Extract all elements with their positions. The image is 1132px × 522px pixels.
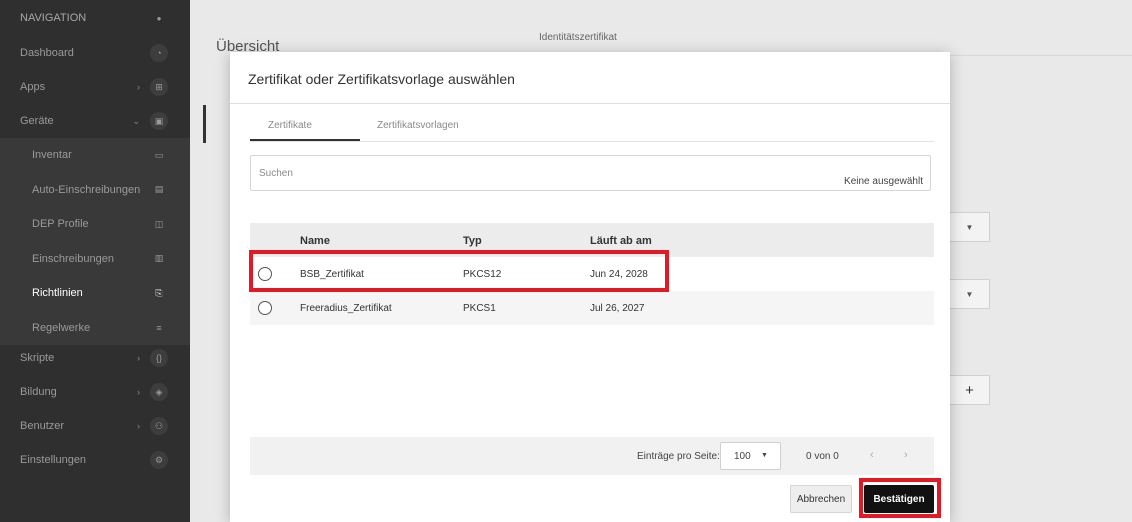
sidebar-item-inventar[interactable]: Inventar ▭	[0, 138, 190, 173]
add-button[interactable]: +	[950, 375, 990, 405]
code-icon: {}	[150, 349, 168, 367]
sidebar-item-dashboard[interactable]: Dashboard ◔	[0, 36, 190, 70]
caret-down-icon: ▼	[965, 222, 974, 232]
sidebar-item-richtlinien[interactable]: Richtlinien ⎘	[0, 276, 190, 311]
chevron-right-icon: ›	[137, 387, 140, 397]
search-box: Keine ausgewählt	[250, 155, 931, 191]
inventory-icon: ▭	[154, 149, 164, 160]
cell-type: PKCS1	[463, 303, 496, 314]
sidebar-item-benutzer[interactable]: Benutzer › ⚇	[0, 409, 190, 443]
sidebar-item-regelwerke[interactable]: Regelwerke ≡	[0, 310, 190, 345]
rows-per-page-label: Einträge pro Seite:	[637, 451, 720, 462]
cell-expires: Jul 26, 2027	[590, 303, 645, 314]
sidebar-item-einschreibungen[interactable]: Einschreibungen ▥	[0, 241, 190, 276]
sidebar: NAVIGATION ● Dashboard ◔ Apps › ⊞ Geräte…	[0, 0, 190, 522]
pagination-bar: Einträge pro Seite: 100 ▼ 0 von 0 ‹ ›	[250, 437, 934, 475]
pin-icon[interactable]: ●	[150, 9, 168, 27]
dep-profile-icon: ◫	[154, 218, 164, 229]
page-count: 0 von 0	[806, 451, 839, 462]
chevron-right-icon: ›	[137, 353, 140, 363]
auto-enroll-icon: ▤	[154, 184, 164, 195]
devices-icon: ▣	[150, 112, 168, 130]
dropdown-toggle[interactable]: ▼	[950, 212, 990, 242]
column-header-name[interactable]: Name	[300, 235, 330, 247]
sidebar-item-auto-einschreibungen[interactable]: Auto-Einschreibungen ▤	[0, 172, 190, 207]
chevron-right-icon: ›	[137, 82, 140, 92]
certificate-select-dialog: Zertifikat oder Zertifikatsvorlage auswä…	[230, 52, 950, 522]
caret-down-icon: ▼	[761, 452, 768, 459]
tabs-divider	[250, 141, 934, 142]
sidebar-item-apps[interactable]: Apps › ⊞	[0, 70, 190, 104]
education-icon: ◈	[150, 383, 168, 401]
dialog-title: Zertifikat oder Zertifikatsvorlage auswä…	[248, 71, 515, 87]
sidebar-item-bildung[interactable]: Bildung › ◈	[0, 375, 190, 409]
dialog-header-divider	[230, 103, 950, 104]
ruleset-icon: ≡	[156, 322, 162, 333]
sidebar-item-dep-profile[interactable]: DEP Profile ◫	[0, 207, 190, 242]
highlight-box-row	[249, 250, 669, 292]
tab-zertifikate[interactable]: Zertifikate	[268, 120, 312, 131]
dropdown-toggle[interactable]: ▼	[950, 279, 990, 309]
sidebar-item-geraete[interactable]: Geräte ⌄ ▣	[0, 104, 190, 138]
background-header-divider	[416, 10, 1132, 56]
search-input[interactable]	[259, 164, 679, 182]
grid-icon: ⊞	[150, 78, 168, 96]
cell-name: Freeradius_Zertifikat	[300, 303, 392, 314]
row-radio[interactable]	[258, 301, 272, 315]
chevron-right-icon[interactable]: ›	[904, 449, 908, 461]
sidebar-item-skripte[interactable]: Skripte › {}	[0, 341, 190, 375]
rows-per-page-select[interactable]: 100 ▼	[720, 442, 781, 470]
users-icon: ⚇	[150, 417, 168, 435]
selection-status: Keine ausgewählt	[844, 176, 923, 187]
enrollment-icon: ▥	[154, 253, 164, 264]
rows-per-page-value: 100	[734, 451, 751, 462]
table-row[interactable]: Freeradius_Zertifikat PKCS1 Jul 26, 2027	[250, 291, 934, 325]
cancel-button[interactable]: Abbrechen	[790, 485, 852, 513]
plus-icon: +	[965, 381, 974, 399]
column-header-expires[interactable]: Läuft ab am	[590, 235, 652, 247]
caret-down-icon: ▼	[965, 289, 974, 299]
sidebar-heading: NAVIGATION ●	[0, 8, 190, 28]
column-header-identity-certificate: Identitätszertifikat	[539, 32, 617, 43]
policy-icon: ⎘	[155, 287, 163, 298]
chevron-down-icon: ⌄	[132, 115, 140, 126]
gear-icon: ⚙	[150, 451, 168, 469]
column-header-type[interactable]: Typ	[463, 235, 482, 247]
tab-zertifikatsvorlagen[interactable]: Zertifikatsvorlagen	[377, 120, 459, 131]
gauge-icon: ◔	[150, 44, 168, 62]
sidebar-item-einstellungen[interactable]: Einstellungen ⚙	[0, 443, 190, 477]
chevron-left-icon[interactable]: ‹	[870, 449, 874, 461]
active-section-indicator	[203, 105, 206, 143]
highlight-box-confirm	[859, 478, 941, 518]
chevron-right-icon: ›	[137, 421, 140, 431]
